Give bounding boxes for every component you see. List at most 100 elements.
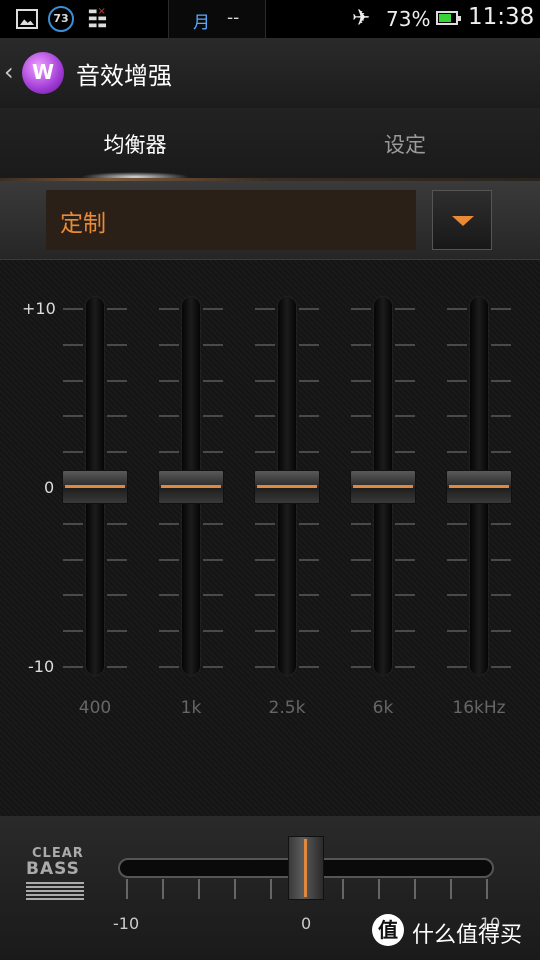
eq-tick-mark — [395, 523, 415, 525]
eq-tick-mark — [255, 380, 275, 382]
clear-bass-tick — [234, 879, 236, 899]
tab-settings[interactable]: 设定 — [270, 108, 540, 180]
eq-slider-handle-4[interactable] — [446, 470, 512, 504]
preset-select[interactable]: 定制 — [46, 190, 416, 250]
eq-tick-mark — [203, 559, 223, 561]
eq-tick-mark — [107, 523, 127, 525]
eq-tick-mark — [351, 308, 371, 310]
eq-slider-handle-0[interactable] — [62, 470, 128, 504]
count-badge-icon: 73 — [48, 6, 74, 32]
battery-icon — [436, 11, 461, 25]
eq-tick-mark — [491, 594, 511, 596]
eq-tick-mark — [63, 451, 83, 453]
eq-tick-mark — [491, 559, 511, 561]
eq-slider-handle-3[interactable] — [350, 470, 416, 504]
clear-bass-tick — [414, 879, 416, 899]
eq-tick-mark — [159, 559, 179, 561]
clear-bass-tick — [450, 879, 452, 899]
eq-tick-mark — [63, 380, 83, 382]
eq-tick-mark — [299, 415, 319, 417]
triangle-down-icon[interactable] — [432, 190, 492, 250]
eq-tick-mark — [491, 451, 511, 453]
eq-tick-mark — [107, 666, 127, 668]
eq-tick-mark — [107, 415, 127, 417]
eq-tick-mark — [255, 308, 275, 310]
clear-bass-slider-handle[interactable] — [288, 836, 324, 900]
eq-tick-mark — [107, 451, 127, 453]
calendar-icon: ▬× ▬▬ ▬▬ — [88, 6, 107, 31]
eq-tick-mark — [255, 630, 275, 632]
eq-tick-mark — [159, 630, 179, 632]
eq-tick-mark — [395, 308, 415, 310]
eq-tick-mark — [351, 594, 371, 596]
eq-tick-mark — [107, 559, 127, 561]
eq-tick-mark — [491, 380, 511, 382]
app-header: ‹ W 音效增强 — [0, 38, 540, 109]
clear-bass-tick — [162, 879, 164, 899]
eq-tick-mark — [351, 630, 371, 632]
eq-tick-mark — [63, 344, 83, 346]
eq-tick-mark — [395, 344, 415, 346]
chevron-left-icon[interactable]: ‹ — [4, 58, 14, 86]
eq-tick-mark — [255, 666, 275, 668]
eq-tick-mark — [491, 308, 511, 310]
tab-equalizer[interactable]: 均衡器 — [0, 108, 270, 182]
eq-label-zero: 0 — [44, 478, 55, 497]
eq-tick-mark — [447, 380, 467, 382]
eq-frequency-label-4: 16kHz — [452, 698, 506, 718]
airplane-icon: ✈ — [352, 6, 371, 31]
clear-bass-tick — [270, 879, 272, 899]
eq-tick-mark — [299, 594, 319, 596]
preset-row: 定制 — [0, 181, 540, 260]
eq-tick-mark — [447, 451, 467, 453]
eq-tick-mark — [491, 415, 511, 417]
battery-percent: 73% — [386, 7, 431, 31]
eq-frequency-label-1: 1k — [180, 698, 202, 718]
eq-tick-mark — [159, 451, 179, 453]
eq-tick-mark — [395, 380, 415, 382]
eq-slider-handle-2[interactable] — [254, 470, 320, 504]
eq-label-min: -10 — [28, 657, 55, 676]
eq-tick-mark — [447, 308, 467, 310]
eq-tick-mark — [395, 415, 415, 417]
eq-tick-mark — [255, 451, 275, 453]
moon-phase-widget: 月 -- — [168, 0, 266, 38]
watermark-icon: 值 — [372, 914, 404, 946]
eq-tick-mark — [203, 308, 223, 310]
clear-bass-tick — [486, 879, 488, 899]
eq-tick-mark — [63, 559, 83, 561]
eq-tick-mark — [63, 415, 83, 417]
eq-tick-mark — [491, 344, 511, 346]
walkman-logo-icon[interactable]: W — [22, 52, 64, 94]
moon-value: -- — [227, 8, 240, 28]
watermark: 值 什么值得买 — [372, 914, 532, 954]
eq-tick-mark — [395, 630, 415, 632]
eq-tick-mark — [395, 594, 415, 596]
eq-tick-mark — [159, 523, 179, 525]
eq-tick-mark — [351, 523, 371, 525]
eq-tick-mark — [299, 666, 319, 668]
eq-tick-mark — [299, 630, 319, 632]
eq-tick-mark — [351, 415, 371, 417]
eq-tick-mark — [299, 380, 319, 382]
clock: 11:38 — [468, 4, 535, 30]
eq-tick-mark — [107, 630, 127, 632]
eq-tick-mark — [351, 380, 371, 382]
clear-bass-tick — [378, 879, 380, 899]
eq-tick-mark — [447, 523, 467, 525]
clear-bass-tick — [126, 879, 128, 899]
eq-tick-mark — [447, 666, 467, 668]
eq-tick-mark — [395, 559, 415, 561]
eq-tick-mark — [491, 630, 511, 632]
eq-tick-mark — [299, 559, 319, 561]
eq-tick-mark — [351, 559, 371, 561]
eq-tick-mark — [447, 415, 467, 417]
eq-tick-mark — [255, 559, 275, 561]
eq-tick-mark — [491, 666, 511, 668]
eq-tick-mark — [159, 308, 179, 310]
eq-tick-mark — [299, 523, 319, 525]
eq-slider-handle-1[interactable] — [158, 470, 224, 504]
eq-tick-mark — [299, 451, 319, 453]
eq-tick-mark — [395, 666, 415, 668]
eq-tick-mark — [107, 344, 127, 346]
